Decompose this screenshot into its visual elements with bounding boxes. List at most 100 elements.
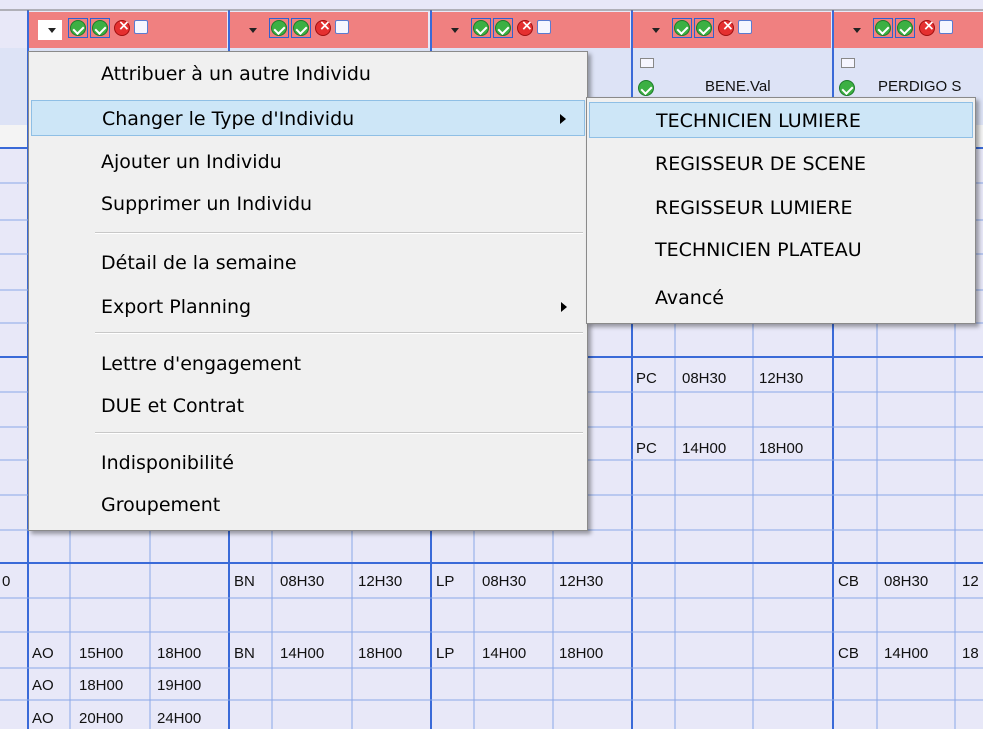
header-dropdown-button[interactable] — [642, 20, 666, 40]
grid-cell-text[interactable]: 12H30 — [358, 572, 402, 592]
submenu-item-technicien-lumiere[interactable]: TECHNICIEN LUMIERE — [589, 102, 973, 138]
close-circle-icon[interactable] — [517, 18, 533, 36]
header-dropdown-button[interactable] — [441, 20, 465, 40]
close-circle-icon[interactable] — [114, 18, 130, 36]
menu-item-supprimer-un-individu[interactable]: Supprimer un Individu — [31, 186, 585, 222]
submenu-item-label: TECHNICIEN PLATEAU — [655, 239, 862, 261]
validate-button[interactable] — [471, 18, 491, 38]
grid-cell-text[interactable]: 08H30 — [884, 572, 928, 592]
submenu-item-regisseur-lumiere[interactable]: REGISSEUR LUMIERE — [589, 190, 973, 226]
grid-cell-text[interactable]: BN — [234, 572, 255, 592]
grid-cell-text[interactable]: AO — [32, 676, 54, 696]
submenu-item-regisseur-de-scene[interactable]: REGISSEUR DE SCENE — [589, 146, 973, 182]
grid-cell-text[interactable]: 08H30 — [482, 572, 526, 592]
grid-cell-text[interactable]: 08H30 — [280, 572, 324, 592]
check-circle-icon — [897, 20, 913, 36]
header-dropdown-button[interactable] — [239, 20, 263, 40]
document-icon[interactable] — [939, 20, 953, 34]
grid-cell-text[interactable]: 18H00 — [559, 644, 603, 664]
header-dropdown-button[interactable] — [38, 20, 62, 40]
validate-button[interactable] — [895, 18, 915, 38]
check-circle-icon — [92, 20, 108, 36]
header-dropdown-button[interactable] — [843, 20, 867, 40]
validate-button[interactable] — [694, 18, 714, 38]
grid-cell-text[interactable]: 12H30 — [759, 369, 803, 389]
document-icon[interactable] — [537, 20, 551, 34]
check-circle-icon[interactable] — [638, 80, 654, 96]
menu-item-groupement[interactable]: Groupement — [31, 487, 585, 523]
check-circle-icon — [495, 20, 511, 36]
grid-cell-text[interactable]: 18H00 — [79, 676, 123, 696]
menu-item-lettre-d-engagement[interactable]: Lettre d'engagement — [31, 346, 585, 382]
menu-item-export-planning[interactable]: Export Planning — [31, 289, 585, 325]
grid-cell-text[interactable]: 18H00 — [157, 644, 201, 664]
grid-cell-text[interactable]: AO — [32, 709, 54, 729]
check-circle-icon — [674, 20, 690, 36]
grid-cell-text[interactable]: 14H00 — [884, 644, 928, 664]
grid-cell-text[interactable]: 0 — [2, 572, 10, 592]
grid-cell-text[interactable]: 12H30 — [559, 572, 603, 592]
chevron-right-icon — [560, 114, 566, 124]
submenu-item-label: REGISSEUR LUMIERE — [655, 197, 853, 219]
close-circle-icon[interactable] — [315, 18, 331, 36]
menu-item-detail-de-la-semaine[interactable]: Détail de la semaine — [31, 245, 585, 281]
grid-cell-text[interactable]: CB — [838, 644, 859, 664]
document-icon[interactable] — [134, 20, 148, 34]
grid-cell-text[interactable]: 19H00 — [157, 676, 201, 696]
grid-cell-text[interactable]: 12 — [962, 572, 979, 592]
grid-cell-text[interactable]: PC — [636, 439, 657, 459]
submenu-item-label: TECHNICIEN LUMIERE — [656, 110, 861, 132]
individual-name: PERDIGO S — [878, 78, 962, 95]
grid-cell-text[interactable]: 14H00 — [682, 439, 726, 459]
person-type-icon — [841, 58, 855, 68]
menu-item-label: Lettre d'engagement — [101, 353, 302, 375]
validate-button[interactable] — [90, 18, 110, 38]
menu-item-label: Détail de la semaine — [101, 252, 297, 274]
grid-cell-text[interactable]: 20H00 — [79, 709, 123, 729]
submenu-item-label: Avancé — [655, 287, 724, 309]
chevron-down-icon — [249, 28, 257, 33]
menu-item-attribuer-a-un-autre-individu[interactable]: Attribuer à un autre Individu — [31, 56, 585, 92]
chevron-down-icon — [48, 28, 56, 33]
menu-item-label: Supprimer un Individu — [101, 193, 313, 215]
menu-item-label: Indisponibilité — [101, 452, 234, 474]
menu-item-due-et-contrat[interactable]: DUE et Contrat — [31, 388, 585, 424]
menu-item-changer-le-type-d-individu[interactable]: Changer le Type d'Individu — [31, 100, 585, 136]
submenu-item-avance[interactable]: Avancé — [589, 280, 973, 316]
document-icon[interactable] — [335, 20, 349, 34]
close-circle-icon[interactable] — [718, 18, 734, 36]
check-circle-icon — [473, 20, 489, 36]
validate-button[interactable] — [493, 18, 513, 38]
grid-cell-text[interactable]: BN — [234, 644, 255, 664]
grid-cell-text[interactable]: 18 — [962, 644, 979, 664]
validate-button[interactable] — [672, 18, 692, 38]
menu-item-label: Groupement — [101, 494, 221, 516]
grid-cell-text[interactable]: 14H00 — [482, 644, 526, 664]
grid-cell-text[interactable]: 15H00 — [79, 644, 123, 664]
menu-item-label: Changer le Type d'Individu — [102, 108, 355, 130]
grid-cell-text[interactable]: 18H00 — [358, 644, 402, 664]
menu-item-indisponibilite[interactable]: Indisponibilité — [31, 445, 585, 481]
grid-cell-text[interactable]: 08H30 — [682, 369, 726, 389]
grid-cell-text[interactable]: 14H00 — [280, 644, 324, 664]
grid-cell-text[interactable]: LP — [436, 572, 454, 592]
document-icon[interactable] — [738, 20, 752, 34]
grid-cell-text[interactable]: LP — [436, 644, 454, 664]
check-circle-icon — [70, 20, 86, 36]
check-circle-icon[interactable] — [839, 80, 855, 96]
menu-item-label: Export Planning — [101, 296, 252, 318]
validate-button[interactable] — [269, 18, 289, 38]
submenu-item-technicien-plateau[interactable]: TECHNICIEN PLATEAU — [589, 232, 973, 268]
grid-cell-text[interactable]: PC — [636, 369, 657, 389]
grid-cell-text[interactable]: AO — [32, 644, 54, 664]
validate-button[interactable] — [68, 18, 88, 38]
grid-cell-text[interactable]: 24H00 — [157, 709, 201, 729]
context-menu: Attribuer à un autre Individu Changer le … — [28, 51, 588, 531]
validate-button[interactable] — [873, 18, 893, 38]
grid-cell-text[interactable]: 18H00 — [759, 439, 803, 459]
menu-item-ajouter-un-individu[interactable]: Ajouter un Individu — [31, 144, 585, 180]
close-circle-icon[interactable] — [919, 18, 935, 36]
grid-cell-text[interactable]: CB — [838, 572, 859, 592]
menu-item-label: Ajouter un Individu — [101, 151, 282, 173]
validate-button[interactable] — [291, 18, 311, 38]
